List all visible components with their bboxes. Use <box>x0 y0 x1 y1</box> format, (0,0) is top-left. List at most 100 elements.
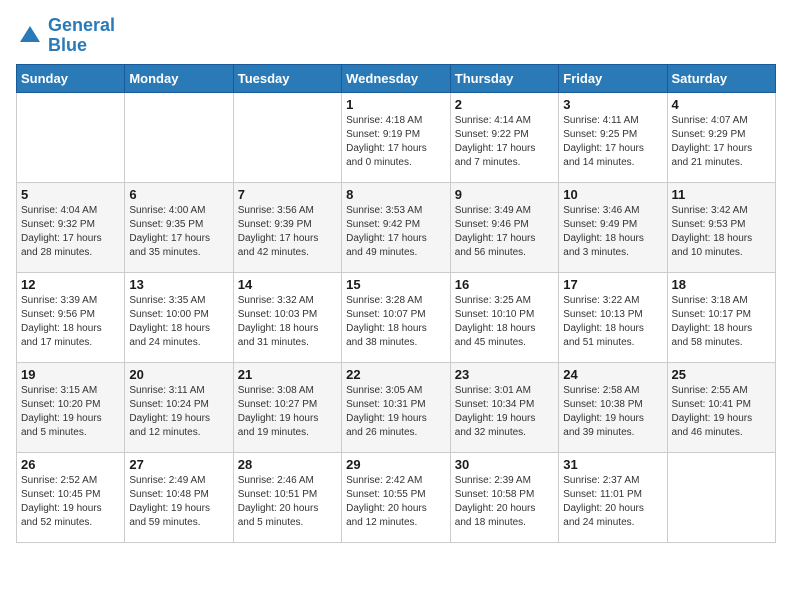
calendar-cell: 25 Sunrise: 2:55 AM Sunset: 10:41 PM Dayl… <box>667 362 775 452</box>
day-number: 11 <box>672 187 771 202</box>
day-number: 30 <box>455 457 554 472</box>
calendar-cell: 1Sunrise: 4:18 AM Sunset: 9:19 PM Daylig… <box>342 92 451 182</box>
logo-icon <box>16 22 44 50</box>
day-number: 8 <box>346 187 446 202</box>
day-detail: Sunrise: 3:01 AM Sunset: 10:34 PM Daylig… <box>455 384 554 440</box>
calendar-cell: 12 Sunrise: 3:39 AM Sunset: 9:56 PM Dayli… <box>17 272 125 362</box>
day-detail: Sunrise: 3:05 AM Sunset: 10:31 PM Daylig… <box>346 384 446 440</box>
day-detail: Sunrise: 2:58 AM Sunset: 10:38 PM Daylig… <box>563 384 662 440</box>
weekday-tuesday: Tuesday <box>233 64 341 92</box>
weekday-sunday: Sunday <box>17 64 125 92</box>
calendar-cell: 5 Sunrise: 4:04 AM Sunset: 9:32 PM Daylig… <box>17 182 125 272</box>
calendar-cell: 22 Sunrise: 3:05 AM Sunset: 10:31 PM Dayl… <box>342 362 451 452</box>
day-number: 6 <box>129 187 228 202</box>
day-detail: Sunrise: 4:00 AM Sunset: 9:35 PM Dayligh… <box>129 204 228 260</box>
weekday-friday: Friday <box>559 64 667 92</box>
day-number: 10 <box>563 187 662 202</box>
calendar-cell: 26 Sunrise: 2:52 AM Sunset: 10:45 PM Dayl… <box>17 452 125 542</box>
calendar-cell: 27Sunrise: 2:49 AM Sunset: 10:48 PM Dayl… <box>125 452 233 542</box>
calendar-cell <box>667 452 775 542</box>
day-detail: Sunrise: 2:46 AM Sunset: 10:51 PM Daylig… <box>238 474 337 530</box>
day-number: 3 <box>563 97 662 112</box>
day-number: 5 <box>21 187 120 202</box>
logo: General Blue <box>16 16 115 56</box>
day-detail: Sunrise: 3:53 AM Sunset: 9:42 PM Dayligh… <box>346 204 446 260</box>
calendar-cell <box>125 92 233 182</box>
calendar-cell: 4 Sunrise: 4:07 AM Sunset: 9:29 PM Daylig… <box>667 92 775 182</box>
day-number: 4 <box>672 97 771 112</box>
calendar-cell: 11 Sunrise: 3:42 AM Sunset: 9:53 PM Dayli… <box>667 182 775 272</box>
day-detail: Sunrise: 3:22 AM Sunset: 10:13 PM Daylig… <box>563 294 662 350</box>
day-number: 17 <box>563 277 662 292</box>
day-detail: Sunrise: 3:39 AM Sunset: 9:56 PM Dayligh… <box>21 294 120 350</box>
calendar-cell: 10 Sunrise: 3:46 AM Sunset: 9:49 PM Dayli… <box>559 182 667 272</box>
day-number: 22 <box>346 367 446 382</box>
day-number: 13 <box>129 277 228 292</box>
calendar-cell: 17 Sunrise: 3:22 AM Sunset: 10:13 PM Dayl… <box>559 272 667 362</box>
day-number: 19 <box>21 367 120 382</box>
calendar-cell: 3 Sunrise: 4:11 AM Sunset: 9:25 PM Daylig… <box>559 92 667 182</box>
calendar-week-row: 19Sunrise: 3:15 AM Sunset: 10:20 PM Dayl… <box>17 362 776 452</box>
calendar-cell: 29 Sunrise: 2:42 AM Sunset: 10:55 PM Dayl… <box>342 452 451 542</box>
day-detail: Sunrise: 4:11 AM Sunset: 9:25 PM Dayligh… <box>563 114 662 170</box>
calendar-cell: 31 Sunrise: 2:37 AM Sunset: 11:01 PM Dayl… <box>559 452 667 542</box>
day-number: 29 <box>346 457 446 472</box>
day-number: 23 <box>455 367 554 382</box>
calendar-cell: 19Sunrise: 3:15 AM Sunset: 10:20 PM Dayl… <box>17 362 125 452</box>
day-detail: Sunrise: 2:39 AM Sunset: 10:58 PM Daylig… <box>455 474 554 530</box>
day-detail: Sunrise: 4:07 AM Sunset: 9:29 PM Dayligh… <box>672 114 771 170</box>
day-number: 9 <box>455 187 554 202</box>
day-detail: Sunrise: 4:04 AM Sunset: 9:32 PM Dayligh… <box>21 204 120 260</box>
day-detail: Sunrise: 3:49 AM Sunset: 9:46 PM Dayligh… <box>455 204 554 260</box>
day-detail: Sunrise: 2:55 AM Sunset: 10:41 PM Daylig… <box>672 384 771 440</box>
day-number: 27 <box>129 457 228 472</box>
day-detail: Sunrise: 3:08 AM Sunset: 10:27 PM Daylig… <box>238 384 337 440</box>
logo-text: General Blue <box>48 16 115 56</box>
day-detail: Sunrise: 4:14 AM Sunset: 9:22 PM Dayligh… <box>455 114 554 170</box>
day-number: 18 <box>672 277 771 292</box>
day-number: 21 <box>238 367 337 382</box>
day-detail: Sunrise: 3:56 AM Sunset: 9:39 PM Dayligh… <box>238 204 337 260</box>
day-detail: Sunrise: 2:42 AM Sunset: 10:55 PM Daylig… <box>346 474 446 530</box>
calendar-week-row: 12 Sunrise: 3:39 AM Sunset: 9:56 PM Dayli… <box>17 272 776 362</box>
weekday-wednesday: Wednesday <box>342 64 451 92</box>
day-number: 26 <box>21 457 120 472</box>
day-detail: Sunrise: 4:18 AM Sunset: 9:19 PM Dayligh… <box>346 114 446 170</box>
calendar-cell: 23 Sunrise: 3:01 AM Sunset: 10:34 PM Dayl… <box>450 362 558 452</box>
calendar-cell: 9 Sunrise: 3:49 AM Sunset: 9:46 PM Daylig… <box>450 182 558 272</box>
calendar-cell: 2 Sunrise: 4:14 AM Sunset: 9:22 PM Daylig… <box>450 92 558 182</box>
day-number: 12 <box>21 277 120 292</box>
weekday-monday: Monday <box>125 64 233 92</box>
day-number: 14 <box>238 277 337 292</box>
calendar-week-row: 26 Sunrise: 2:52 AM Sunset: 10:45 PM Dayl… <box>17 452 776 542</box>
calendar-cell: 24 Sunrise: 2:58 AM Sunset: 10:38 PM Dayl… <box>559 362 667 452</box>
calendar-cell <box>233 92 341 182</box>
day-number: 31 <box>563 457 662 472</box>
calendar-cell: 18 Sunrise: 3:18 AM Sunset: 10:17 PM Dayl… <box>667 272 775 362</box>
calendar-cell: 21 Sunrise: 3:08 AM Sunset: 10:27 PM Dayl… <box>233 362 341 452</box>
calendar-cell: 6 Sunrise: 4:00 AM Sunset: 9:35 PM Daylig… <box>125 182 233 272</box>
weekday-saturday: Saturday <box>667 64 775 92</box>
day-detail: Sunrise: 3:18 AM Sunset: 10:17 PM Daylig… <box>672 294 771 350</box>
calendar-cell: 16Sunrise: 3:25 AM Sunset: 10:10 PM Dayl… <box>450 272 558 362</box>
day-detail: Sunrise: 3:42 AM Sunset: 9:53 PM Dayligh… <box>672 204 771 260</box>
day-number: 2 <box>455 97 554 112</box>
day-number: 28 <box>238 457 337 472</box>
day-number: 24 <box>563 367 662 382</box>
calendar-cell: 30 Sunrise: 2:39 AM Sunset: 10:58 PM Dayl… <box>450 452 558 542</box>
weekday-header-row: SundayMondayTuesdayWednesdayThursdayFrid… <box>17 64 776 92</box>
day-detail: Sunrise: 3:35 AM Sunset: 10:00 PM Daylig… <box>129 294 228 350</box>
weekday-thursday: Thursday <box>450 64 558 92</box>
calendar-week-row: 5 Sunrise: 4:04 AM Sunset: 9:32 PM Daylig… <box>17 182 776 272</box>
day-detail: Sunrise: 2:37 AM Sunset: 11:01 PM Daylig… <box>563 474 662 530</box>
day-number: 15 <box>346 277 446 292</box>
calendar-cell: 15 Sunrise: 3:28 AM Sunset: 10:07 PM Dayl… <box>342 272 451 362</box>
day-detail: Sunrise: 3:46 AM Sunset: 9:49 PM Dayligh… <box>563 204 662 260</box>
calendar-cell: 20Sunrise: 3:11 AM Sunset: 10:24 PM Dayl… <box>125 362 233 452</box>
day-number: 7 <box>238 187 337 202</box>
day-detail: Sunrise: 3:28 AM Sunset: 10:07 PM Daylig… <box>346 294 446 350</box>
day-number: 16 <box>455 277 554 292</box>
day-number: 25 <box>672 367 771 382</box>
day-number: 20 <box>129 367 228 382</box>
day-detail: Sunrise: 2:52 AM Sunset: 10:45 PM Daylig… <box>21 474 120 530</box>
